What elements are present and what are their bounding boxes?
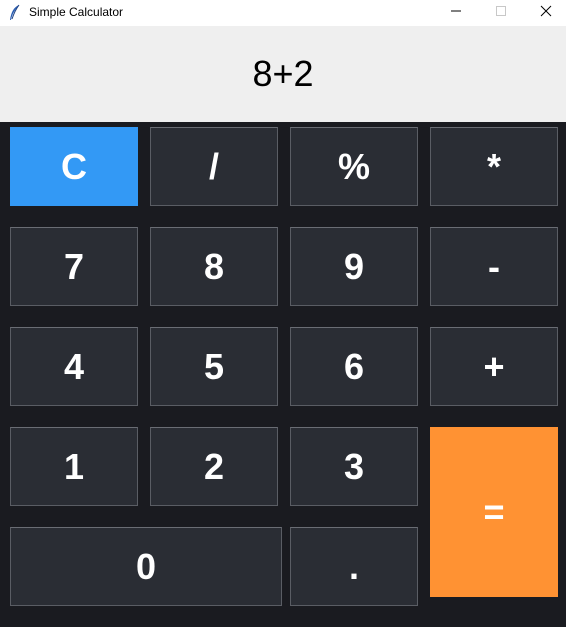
plus-button[interactable]: +: [430, 327, 558, 406]
minimize-icon: [450, 4, 462, 22]
close-button[interactable]: [523, 0, 566, 26]
divide-button[interactable]: /: [150, 127, 278, 206]
digit-2-button[interactable]: 2: [150, 427, 278, 506]
digit-9-button[interactable]: 9: [290, 227, 418, 306]
feather-icon: [7, 4, 23, 22]
minus-button[interactable]: -: [430, 227, 558, 306]
digit-0-button[interactable]: 0: [10, 527, 282, 606]
title-bar[interactable]: Simple Calculator: [0, 0, 566, 26]
clear-button[interactable]: C: [10, 127, 138, 206]
display-panel: 8+2: [0, 26, 566, 122]
digit-6-button[interactable]: 6: [290, 327, 418, 406]
digit-5-button[interactable]: 5: [150, 327, 278, 406]
multiply-button[interactable]: *: [430, 127, 558, 206]
minimize-button[interactable]: [433, 0, 478, 26]
calculator-window: Simple Calculator 8+2 C / % * 7 8 9 - 4 …: [0, 0, 566, 627]
close-icon: [540, 4, 552, 22]
maximize-icon: [495, 4, 507, 22]
window-title: Simple Calculator: [29, 5, 124, 19]
digit-3-button[interactable]: 3: [290, 427, 418, 506]
digit-1-button[interactable]: 1: [10, 427, 138, 506]
maximize-button[interactable]: [478, 0, 523, 26]
digit-8-button[interactable]: 8: [150, 227, 278, 306]
digit-7-button[interactable]: 7: [10, 227, 138, 306]
percent-button[interactable]: %: [290, 127, 418, 206]
expression-display: 8+2: [252, 53, 314, 94]
digit-4-button[interactable]: 4: [10, 327, 138, 406]
decimal-button[interactable]: .: [290, 527, 418, 606]
equals-button[interactable]: =: [430, 427, 558, 597]
